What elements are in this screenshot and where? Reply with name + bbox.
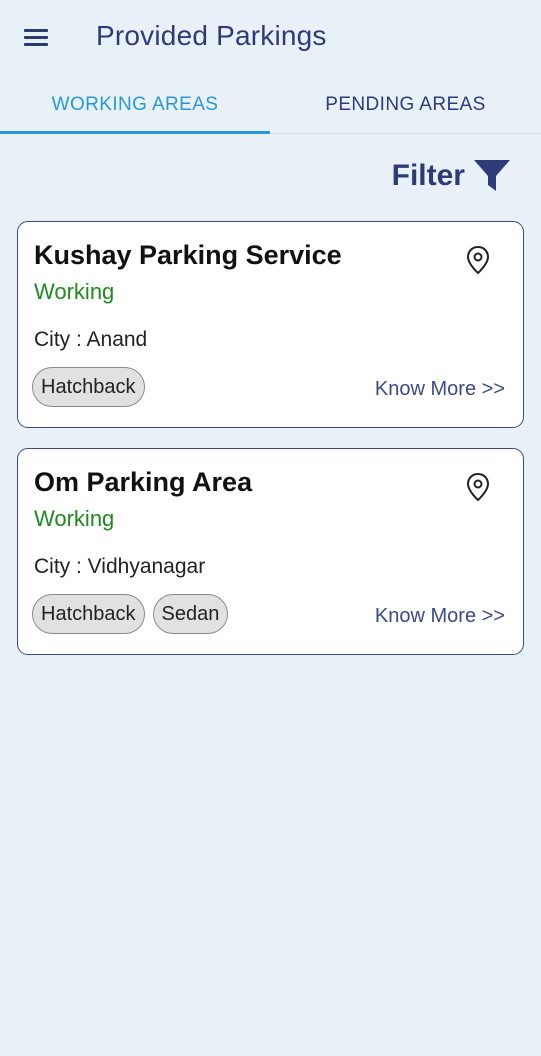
parking-card[interactable]: Kushay Parking Service Working City : An… <box>17 221 524 428</box>
know-more-link[interactable]: Know More >> <box>375 605 505 628</box>
location-pin-icon[interactable] <box>465 472 491 502</box>
menu-icon[interactable] <box>22 26 50 48</box>
vehicle-type-chip: Hatchback <box>32 367 145 407</box>
vehicle-type-chip: Hatchback <box>32 594 145 634</box>
status-label: Working <box>34 506 115 531</box>
vehicle-type-chip: Sedan <box>152 594 229 634</box>
city-label: City : Vidhyanagar <box>34 555 206 578</box>
tab-pending-areas[interactable]: PENDING AREAS <box>270 76 541 134</box>
status-label: Working <box>34 279 115 304</box>
filter-button[interactable]: Filter <box>392 156 511 196</box>
parking-name: Kushay Parking Service <box>34 240 342 270</box>
vehicle-type-chips: Hatchback <box>32 367 145 407</box>
parking-card[interactable]: Om Parking Area Working City : Vidhyanag… <box>17 448 524 655</box>
vehicle-type-chips: Hatchback Sedan <box>32 594 229 634</box>
filter-icon <box>474 160 510 191</box>
city-label: City : Anand <box>34 328 148 351</box>
app-bar: Provided Parkings <box>0 0 541 76</box>
parking-name: Om Parking Area <box>34 467 253 497</box>
tab-bar: WORKING AREAS PENDING AREAS <box>0 76 541 134</box>
tab-working-areas[interactable]: WORKING AREAS <box>0 76 270 134</box>
active-tab-indicator <box>0 131 270 134</box>
know-more-link[interactable]: Know More >> <box>375 378 505 401</box>
filter-label: Filter <box>391 159 465 192</box>
location-pin-icon[interactable] <box>465 245 491 275</box>
page-title: Provided Parkings <box>96 20 327 51</box>
